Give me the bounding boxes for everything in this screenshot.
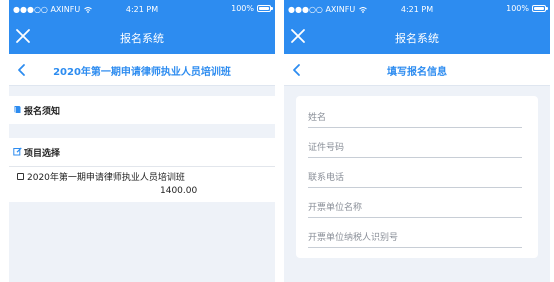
- taxpayer-id-field[interactable]: 开票单位纳税人识别号: [308, 220, 522, 248]
- battery-percent: 100%: [231, 4, 254, 13]
- status-bar: ●●●○○ AXINFU 4:21 PM 100%: [284, 0, 550, 20]
- nav-bar: 报名系统: [284, 20, 550, 54]
- name-placeholder: 姓名: [308, 113, 327, 123]
- page-header: 填写报名信息: [284, 54, 550, 86]
- battery-icon: [257, 5, 273, 12]
- project-price: 1400.00: [160, 186, 198, 196]
- project-name: 2020年第一期申请律师执业人员培训班: [27, 173, 185, 183]
- book-icon: [14, 106, 21, 113]
- id-number-placeholder: 证件号码: [308, 143, 345, 153]
- nav-bar: 报名系统: [9, 20, 275, 54]
- project-list: 2020年第一期申请律师执业人员培训班 1400.00: [9, 166, 275, 202]
- id-number-field[interactable]: 证件号码: [308, 130, 522, 158]
- battery-percent: 100%: [506, 4, 529, 13]
- battery-icon: [532, 5, 548, 12]
- project-checkbox[interactable]: [17, 173, 24, 180]
- invoice-company-placeholder: 开票单位名称: [308, 203, 363, 213]
- invoice-company-field[interactable]: 开票单位名称: [308, 190, 522, 218]
- project-select-section: 项目选择: [9, 138, 275, 166]
- app-title: 报名系统: [395, 32, 439, 45]
- page-title: 填写报名信息: [387, 67, 447, 78]
- project-select-label: 项目选择: [24, 149, 61, 159]
- notice-section[interactable]: 报名须知: [9, 96, 275, 124]
- taxpayer-id-placeholder: 开票单位纳税人识别号: [308, 233, 399, 243]
- status-bar: ●●●○○ AXINFU 4:21 PM 100%: [9, 0, 275, 20]
- notice-label: 报名须知: [24, 107, 61, 117]
- phone-screen-enrollment-list: ●●●○○ AXINFU 4:21 PM 100% 报名系统 2020年第一期申…: [9, 0, 275, 282]
- edit-icon: [13, 147, 22, 156]
- phone-placeholder: 联系电话: [308, 173, 345, 183]
- phone-screen-registration-form: ●●●○○ AXINFU 4:21 PM 100% 报名系统 填写报名信息 姓名…: [284, 0, 550, 282]
- registration-form: 姓名 证件号码 联系电话 开票单位名称 开票单位纳税人识别号: [296, 96, 538, 258]
- app-title: 报名系统: [120, 32, 164, 45]
- list-item[interactable]: 2020年第一期申请律师执业人员培训班: [17, 170, 185, 183]
- name-field[interactable]: 姓名: [308, 100, 522, 128]
- page-header: 2020年第一期申请律师执业人员培训班: [9, 54, 275, 86]
- page-title: 2020年第一期申请律师执业人员培训班: [53, 67, 231, 78]
- phone-field[interactable]: 联系电话: [308, 160, 522, 188]
